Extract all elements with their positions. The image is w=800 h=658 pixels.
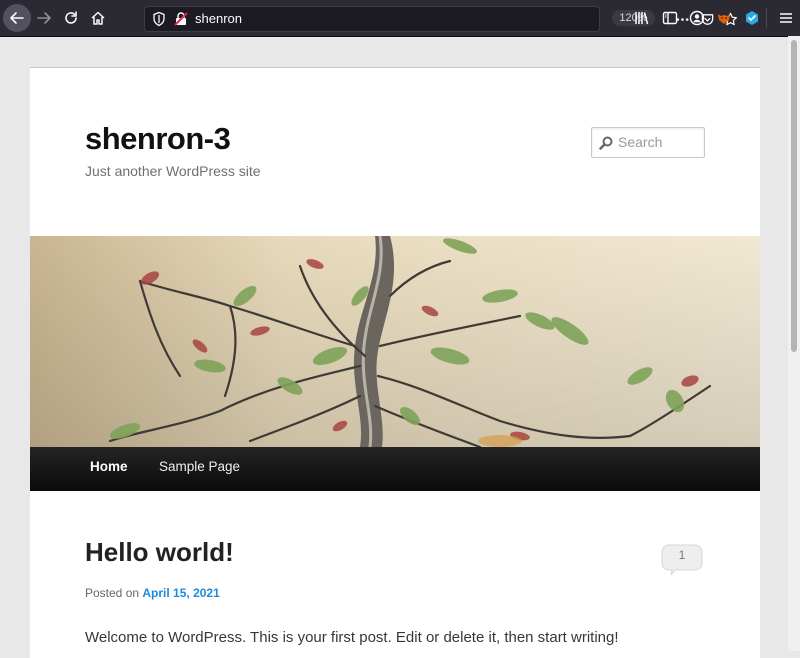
site-description: Just another WordPress site: [85, 163, 261, 179]
sidebar-icon: [662, 11, 678, 25]
sidebar-button[interactable]: [660, 8, 680, 28]
home-button[interactable]: [84, 4, 112, 32]
extension-cube-button[interactable]: [742, 8, 762, 28]
nav-item-home[interactable]: Home: [90, 447, 128, 491]
nav-item-sample-page[interactable]: Sample Page: [159, 447, 240, 491]
extension-fox-icon: [718, 14, 730, 24]
extension-fox-button[interactable]: [714, 8, 734, 28]
page-scrollbar[interactable]: [788, 36, 800, 651]
search-input[interactable]: [618, 130, 700, 154]
extension-cube-icon: [746, 11, 758, 25]
main-navigation: Home Sample Page: [30, 447, 760, 491]
account-button[interactable]: [687, 8, 707, 28]
post-content: Welcome to WordPress. This is your first…: [85, 629, 619, 646]
scrollbar-thumb[interactable]: [791, 40, 797, 352]
post-date-link[interactable]: April 15, 2021: [142, 586, 219, 600]
post-meta: Posted on April 15, 2021: [85, 586, 220, 600]
site-title[interactable]: shenron-3: [85, 121, 231, 157]
url-text[interactable]: shenron: [195, 10, 242, 28]
toolbar-separator: [766, 8, 767, 28]
tracking-shield-icon[interactable]: [151, 11, 167, 27]
back-icon: [10, 12, 24, 24]
insecure-lock-icon[interactable]: [173, 11, 189, 27]
back-button[interactable]: [3, 4, 31, 32]
account-icon: [689, 10, 705, 26]
forward-icon: [37, 12, 51, 24]
hamburger-menu-icon: [780, 13, 792, 23]
library-icon: [635, 12, 649, 25]
header-image-bonsai: [30, 236, 760, 447]
site-page: shenron-3 Just another WordPress site Se…: [30, 67, 760, 658]
app-menu-button[interactable]: [776, 8, 796, 28]
home-icon: [91, 11, 105, 25]
search-icon: [599, 136, 613, 150]
search-box[interactable]: [591, 127, 705, 158]
library-button[interactable]: [632, 8, 652, 28]
reload-icon: [65, 11, 77, 24]
comment-count[interactable]: 1: [661, 548, 703, 562]
post-title[interactable]: Hello world!: [85, 537, 234, 568]
forward-button[interactable]: [30, 4, 58, 32]
reload-button[interactable]: [57, 4, 85, 32]
url-bar[interactable]: shenron 120%: [144, 6, 737, 32]
browser-toolbar: shenron 120%: [0, 0, 800, 37]
posted-on-label: Posted on: [85, 586, 140, 600]
